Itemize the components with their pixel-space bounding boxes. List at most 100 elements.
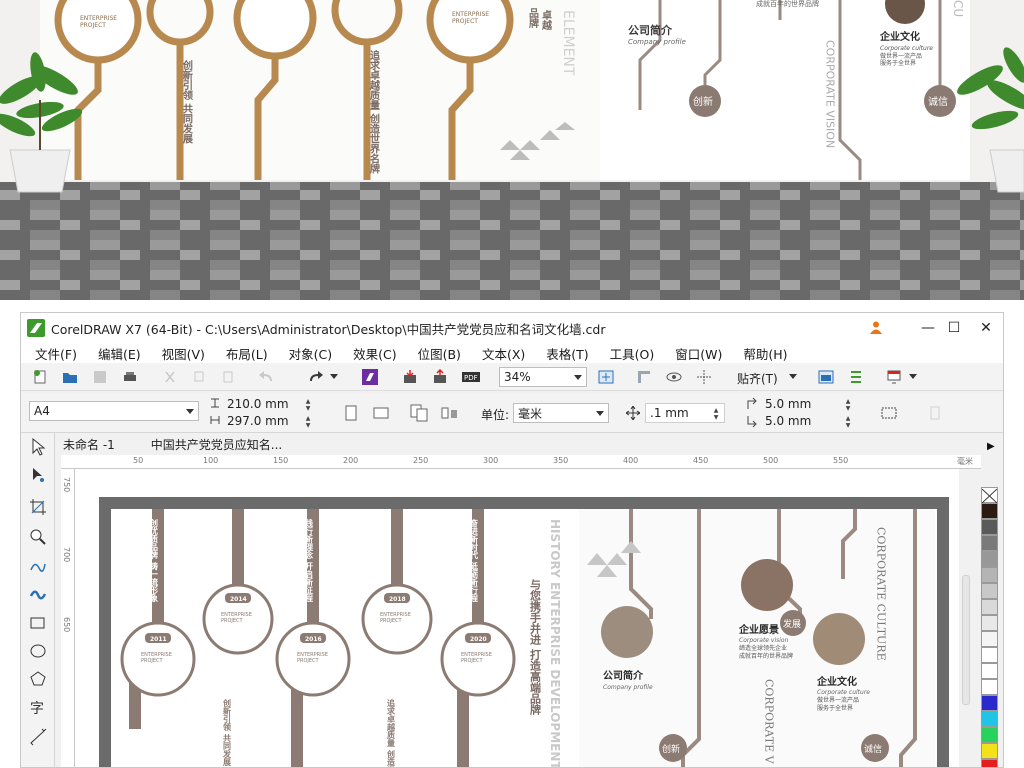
redo-icon[interactable] [305,369,325,385]
color-swatch[interactable] [981,631,998,647]
color-swatch[interactable] [981,695,998,711]
text-tool-icon[interactable]: 字 [26,695,50,719]
color-swatch[interactable] [981,647,998,663]
edit-bounding-icon[interactable] [927,405,943,421]
show-grid-icon[interactable] [665,369,683,385]
menu-text[interactable]: 文本(X) [482,344,525,363]
year-label: 2014 [230,596,247,603]
menu-edit[interactable]: 编辑(E) [98,344,141,363]
open-folder-icon[interactable] [61,369,79,385]
shape-tool-icon[interactable] [26,463,50,487]
color-swatch[interactable] [981,759,998,767]
print-icon[interactable] [121,369,139,385]
color-swatch[interactable] [981,503,998,519]
color-swatch[interactable] [981,519,998,535]
menu-tools[interactable]: 工具(O) [610,344,655,363]
menu-effects[interactable]: 效果(C) [353,344,396,363]
vertical-ruler[interactable]: 750 700 650 [61,469,75,767]
color-swatch[interactable] [981,743,998,759]
user-account-icon[interactable] [869,320,883,334]
search-content-icon[interactable] [361,368,379,386]
ellipse-tool-icon[interactable] [26,639,50,663]
menu-bitmaps[interactable]: 位图(B) [418,344,461,363]
launch-chevron-down-icon[interactable] [909,373,917,381]
vertical-scrollbar[interactable] [962,575,970,705]
artistic-media-tool-icon[interactable] [26,583,50,607]
page-height-field[interactable]: 297.0 mm [227,414,289,428]
color-swatch[interactable] [981,535,998,551]
horizontal-ruler[interactable]: 50 100 150 200 250 300 350 400 450 500 5… [61,455,981,469]
paste-icon[interactable] [219,369,237,385]
width-spinner[interactable]: ▲ ▼ [303,398,313,412]
snap-to-dropdown[interactable]: 贴齐(T) [737,370,778,387]
exhibition-render-photo: ENTERPRISE PROJECT ENTERPRISE PROJECT 创新… [0,0,1024,300]
pick-tool-icon[interactable] [26,435,50,459]
color-swatch[interactable] [981,711,998,727]
welcome-screen-icon[interactable] [817,369,835,385]
new-document-icon[interactable] [31,369,49,385]
menu-file[interactable]: 文件(F) [35,344,77,363]
svg-text:服务于全世界: 服务于全世界 [880,59,916,67]
height-spinner[interactable]: ▲ ▼ [303,415,313,429]
color-swatch[interactable] [981,615,998,631]
full-screen-preview-icon[interactable] [597,369,615,385]
zoom-tool-icon[interactable] [26,525,50,549]
page-width-field[interactable]: 210.0 mm [227,397,289,411]
maximize-button[interactable]: ☐ [943,318,965,338]
copy-icon[interactable] [191,369,209,385]
slogan-vertical: 创优质品牌 铸一流形象 [150,518,159,603]
cut-icon[interactable] [161,369,179,385]
export-icon[interactable] [431,369,449,385]
zoom-level-select[interactable]: 34% [499,367,587,387]
treat-as-filled-icon[interactable] [879,403,899,423]
duplicate-x-field[interactable]: 5.0 mm [765,397,811,411]
undo-icon[interactable] [257,369,277,385]
polygon-tool-icon[interactable] [26,667,50,691]
current-page-icon[interactable] [439,403,461,423]
all-pages-icon[interactable] [409,403,431,423]
page-size-select[interactable]: A4 [29,401,199,421]
menu-window[interactable]: 窗口(W) [675,344,722,363]
launch-application-icon[interactable] [885,369,903,385]
color-swatch[interactable] [981,727,998,743]
import-icon[interactable] [401,369,419,385]
save-icon[interactable] [91,369,109,385]
nudge-spinner[interactable]: ▲ ▼ [711,407,721,421]
title-bar: CorelDRAW X7 (64-Bit) - C:\Users\Adminis… [21,313,1003,343]
color-swatch[interactable] [981,567,998,583]
no-fill-swatch[interactable] [981,487,998,504]
rectangle-tool-icon[interactable] [26,611,50,635]
close-button[interactable]: ✕ [975,318,997,338]
duplicate-y-field[interactable]: 5.0 mm [765,414,811,428]
doc-tab-current[interactable]: 中国共产党党员应知名... [151,436,282,453]
dup-y-spinner[interactable]: ▲ ▼ [843,415,853,429]
parallel-dimension-tool-icon[interactable] [26,725,50,749]
freehand-tool-icon[interactable] [26,555,50,579]
menu-view[interactable]: 视图(V) [162,344,205,363]
menu-object[interactable]: 对象(C) [289,344,332,363]
color-swatch[interactable] [981,663,998,679]
color-swatch[interactable] [981,679,998,695]
minimize-button[interactable]: — [917,318,939,338]
menu-layout[interactable]: 布局(L) [226,344,268,363]
crop-tool-icon[interactable] [26,495,50,519]
menu-help[interactable]: 帮助(H) [743,344,787,363]
units-select[interactable]: 毫米 [513,403,609,423]
drawing-canvas[interactable]: 2011 2014 2016 2018 2020 ENTERPRISE PROJE… [75,469,959,767]
color-swatch[interactable] [981,583,998,599]
options-icon[interactable] [847,369,865,385]
h-tick-label: 550 [833,456,849,465]
show-rulers-icon[interactable] [635,369,653,385]
color-swatch[interactable] [981,599,998,615]
show-guidelines-icon[interactable] [695,369,713,385]
dup-x-spinner[interactable]: ▲ ▼ [843,398,853,412]
color-swatch[interactable] [981,551,998,567]
menu-table[interactable]: 表格(T) [546,344,588,363]
redo-dropdown-icon[interactable] [329,369,339,385]
doc-tab-untitled[interactable]: 未命名 -1 [63,436,115,453]
publish-pdf-icon[interactable]: PDF [461,369,481,385]
tab-scroll-right-icon[interactable]: ▶ [987,441,995,452]
snap-chevron-down-icon[interactable] [789,373,797,381]
portrait-icon[interactable] [343,403,359,423]
landscape-icon[interactable] [371,405,391,421]
